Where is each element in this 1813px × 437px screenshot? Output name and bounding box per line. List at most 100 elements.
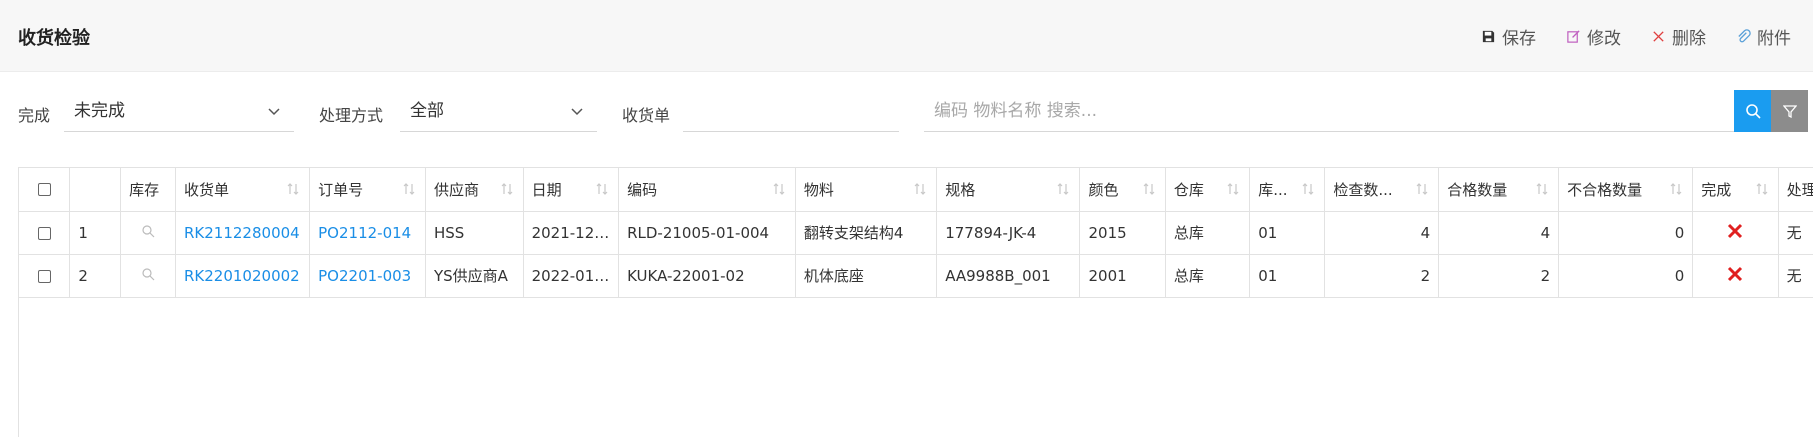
sort-icon[interactable]	[1055, 181, 1071, 197]
method-filter-select[interactable]: 全部	[400, 90, 597, 132]
table-row[interactable]: 1 RK2112280004 PO2112-014 HSS 2021-12-..…	[19, 211, 1813, 255]
col-failed[interactable]: 不合格数量	[1558, 168, 1694, 212]
col-spec[interactable]: 规格	[936, 168, 1081, 212]
col-passed-label: 合格数量	[1447, 180, 1508, 199]
failed-qty-cell: 0	[1558, 254, 1694, 298]
code-cell: RLD-21005-01-004	[618, 211, 796, 255]
col-order-label: 订单号	[318, 180, 364, 199]
color-cell: 2001	[1079, 254, 1166, 298]
col-checked-label: 检查数...	[1333, 180, 1393, 199]
col-supplier[interactable]: 供应商	[425, 168, 524, 212]
done-filter-value: 未完成	[74, 101, 125, 121]
col-spec-label: 规格	[945, 180, 976, 199]
done-cell	[1692, 254, 1779, 298]
filter-bar: 完成 未完成 处理方式 全部 收货单 编码 物料名称 搜索...	[0, 90, 1813, 134]
delete-label: 删除	[1672, 29, 1706, 49]
sort-icon[interactable]	[499, 181, 515, 197]
col-date-label: 日期	[531, 180, 562, 199]
col-material[interactable]: 物料	[795, 168, 938, 212]
stock-cell[interactable]	[120, 211, 176, 255]
search-icon[interactable]	[141, 267, 155, 281]
receipt-filter-label: 收货单	[622, 106, 671, 125]
col-order[interactable]: 订单号	[309, 168, 426, 212]
row-index: 2	[69, 254, 122, 298]
row-checkbox[interactable]	[37, 269, 51, 283]
data-grid: 库存 收货单 订单号 供应商 日期 编码 物料 规格 颜色 仓库 库... 检查…	[18, 167, 1813, 437]
sort-icon[interactable]	[1300, 181, 1316, 197]
sort-icon[interactable]	[1225, 181, 1241, 197]
inspection-table: 库存 收货单 订单号 供应商 日期 编码 物料 规格 颜色 仓库 库... 检查…	[19, 168, 1813, 298]
spec-cell: AA9988B_001	[936, 254, 1081, 298]
receipt-filter-input[interactable]	[683, 90, 899, 132]
col-passed[interactable]: 合格数量	[1438, 168, 1560, 212]
delete-button[interactable]: 删除	[1651, 24, 1706, 49]
search-button[interactable]	[1734, 90, 1771, 132]
row-select[interactable]	[19, 254, 71, 298]
col-warehouse-label: 仓库	[1173, 180, 1204, 199]
stock-cell[interactable]	[120, 254, 176, 298]
sort-icon[interactable]	[1668, 181, 1684, 197]
search-icon[interactable]	[141, 224, 155, 238]
sort-icon[interactable]	[771, 181, 787, 197]
attachment-label: 附件	[1757, 29, 1791, 49]
save-button[interactable]: 保存	[1481, 24, 1536, 49]
col-checked[interactable]: 检查数...	[1324, 168, 1440, 212]
receipt-link[interactable]: RK2112280004	[175, 211, 311, 255]
col-receipt[interactable]: 收货单	[175, 168, 311, 212]
table-header-row: 库存 收货单 订单号 供应商 日期 编码 物料 规格 颜色 仓库 库... 检查…	[19, 168, 1813, 212]
sort-icon[interactable]	[285, 181, 301, 197]
col-code-label: 编码	[627, 180, 658, 199]
sort-icon[interactable]	[1754, 181, 1770, 197]
edit-icon	[1567, 30, 1580, 43]
failed-qty-cell: 0	[1558, 211, 1694, 255]
col-warehouse[interactable]: 仓库	[1165, 168, 1251, 212]
sort-icon[interactable]	[1414, 181, 1430, 197]
col-color[interactable]: 颜色	[1079, 168, 1166, 212]
col-done[interactable]: 完成	[1692, 168, 1779, 212]
receipt-link[interactable]: RK2201020002	[175, 254, 311, 298]
row-select[interactable]	[19, 211, 71, 255]
col-method[interactable]: 处理方	[1778, 168, 1813, 212]
col-failed-label: 不合格数量	[1567, 180, 1643, 199]
col-color-label: 颜色	[1088, 180, 1119, 199]
method-cell: 无	[1778, 254, 1813, 298]
sort-icon[interactable]	[1534, 181, 1550, 197]
done-filter-select[interactable]: 未完成	[64, 90, 294, 132]
supplier-cell: YS供应商A	[425, 254, 524, 298]
select-all-checkbox[interactable]	[37, 183, 51, 197]
filter-button[interactable]	[1771, 90, 1808, 132]
col-location[interactable]: 库...	[1249, 168, 1326, 212]
done-filter-label: 完成	[18, 106, 51, 125]
passed-qty-cell: 2	[1438, 254, 1560, 298]
order-link[interactable]: PO2112-014	[309, 211, 426, 255]
row-checkbox[interactable]	[37, 226, 51, 240]
page-header: 收货检验 保存 修改 删除 附件	[0, 0, 1813, 72]
method-filter-label: 处理方式	[319, 106, 384, 125]
edit-button[interactable]: 修改	[1566, 24, 1621, 49]
method-cell: 无	[1778, 211, 1813, 255]
search-icon	[1745, 104, 1761, 119]
col-location-label: 库...	[1258, 180, 1288, 199]
attachment-button[interactable]: 附件	[1736, 24, 1791, 49]
color-cell: 2015	[1079, 211, 1166, 255]
select-all-header[interactable]	[19, 168, 71, 212]
material-cell: 机体底座	[795, 254, 938, 298]
location-cell: 01	[1249, 211, 1326, 255]
page-title: 收货检验	[18, 28, 90, 49]
sort-icon[interactable]	[1141, 181, 1157, 197]
sort-icon[interactable]	[401, 181, 417, 197]
table-row[interactable]: 2 RK2201020002 PO2201-003 YS供应商A 2022-01…	[19, 254, 1813, 298]
supplier-cell: HSS	[425, 211, 524, 255]
sort-icon[interactable]	[594, 181, 610, 197]
edit-label: 修改	[1587, 29, 1621, 49]
location-cell: 01	[1249, 254, 1326, 298]
checked-qty-cell: 4	[1324, 211, 1440, 255]
spec-cell: 177894-JK-4	[936, 211, 1081, 255]
col-date[interactable]: 日期	[523, 168, 620, 212]
cross-icon	[1728, 223, 1743, 238]
order-link[interactable]: PO2201-003	[309, 254, 426, 298]
sort-icon[interactable]	[912, 181, 928, 197]
col-code[interactable]: 编码	[618, 168, 796, 212]
material-cell: 翻转支架结构4	[795, 211, 938, 255]
search-input[interactable]: 编码 物料名称 搜索...	[924, 90, 1734, 132]
